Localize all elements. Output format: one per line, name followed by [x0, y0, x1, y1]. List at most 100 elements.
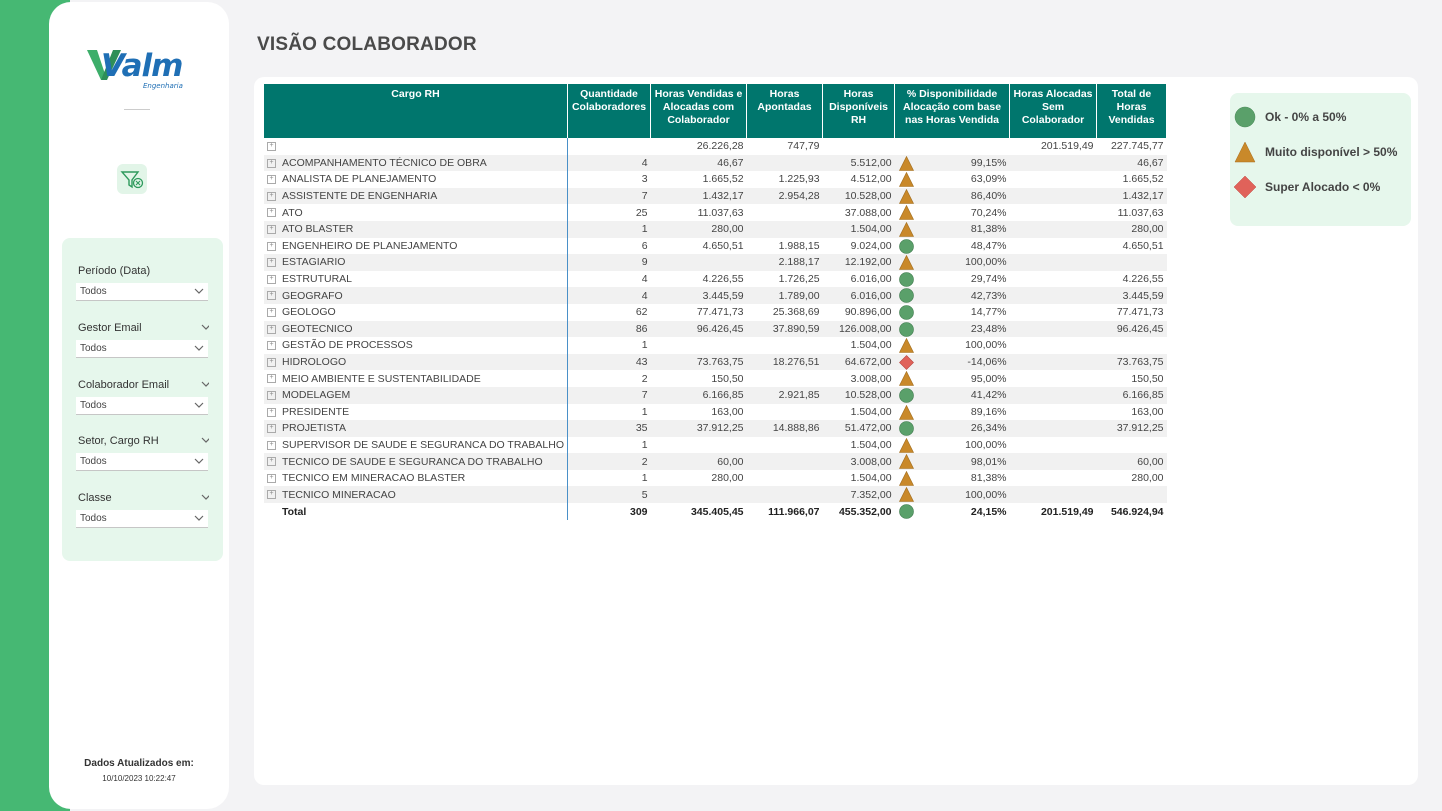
table-row[interactable]: + ATO BLASTER 1 280,00 1.504,00 81,38% 280,00	[264, 220, 1167, 238]
table-row[interactable]: + GEOLOGO 62 77.471,73 25.368,69 90.896,00 14,…	[264, 303, 1167, 321]
row-label[interactable]: + GEOTECNICO	[264, 320, 569, 338]
row-label[interactable]: + ENGENHEIRO DE PLANEJAMENTO	[264, 237, 569, 255]
table-row[interactable]: +26.226,28 747,79 201.519,49 227.745,77	[264, 138, 1167, 155]
table-row[interactable]: + ACOMPANHAMENTO TÉCNICO DE OBRA 4 46,67 5.5…	[264, 154, 1167, 172]
row-label[interactable]: + TECNICO DE SAUDE E SEGURANCA DO TRABALH…	[264, 453, 569, 470]
expand-icon[interactable]: +	[267, 258, 276, 268]
table-row[interactable]: + ESTAGIARIO 9 2.188,17 12.192,00 100,00%	[264, 254, 1167, 271]
row-label[interactable]: + GEOLOGO	[264, 303, 569, 321]
cell-vend: 1.665,52	[702, 173, 744, 186]
row-label[interactable]: + ATO	[264, 204, 569, 221]
table-row[interactable]: + MODELAGEM 7 6.166,85 2.921,85 10.528,00 41,4…	[264, 386, 1167, 404]
filter-gestor-select[interactable]: Todos	[76, 340, 208, 358]
expand-icon[interactable]: +	[267, 224, 276, 234]
expand-icon[interactable]: +	[267, 374, 276, 384]
row-label[interactable]: + MEIO AMBIENTE E SUSTENTABILIDADE	[264, 370, 569, 387]
table-row[interactable]: + SUPERVISOR DE SAUDE E SEGURANCA DO TRAB…	[264, 436, 1167, 454]
cargo-name: ESTAGIARIO	[282, 256, 346, 269]
chevron-down-icon[interactable]	[201, 381, 209, 389]
expand-icon[interactable]: +	[267, 274, 276, 284]
row-label[interactable]: + ESTAGIARIO	[264, 254, 569, 271]
column-header[interactable]: Horas Alocadas Sem Colaborador	[1009, 84, 1098, 138]
cell-qtd: 25	[635, 206, 648, 219]
expand-icon[interactable]: +	[267, 407, 276, 417]
column-header[interactable]: Horas Apontadas	[746, 84, 824, 138]
cell-total	[1097, 437, 1167, 454]
column-header[interactable]: Quantidade Colaboradores	[567, 84, 652, 138]
row-label[interactable]: + PRESIDENTE	[264, 403, 569, 421]
cell-total: 1.432,17	[1096, 187, 1167, 205]
pct-value: -14,06%	[967, 356, 1007, 369]
table-row[interactable]: + PRESIDENTE 1 163,00 1.504,00 89,16% 163,00	[264, 403, 1167, 421]
cargo-name: HIDROLOGO	[282, 356, 347, 369]
expand-icon[interactable]: +	[267, 307, 276, 317]
clear-filters-icon[interactable]	[117, 164, 147, 194]
expand-icon[interactable]: +	[267, 473, 276, 483]
table-row[interactable]: + ASSISTENTE DE ENGENHARIA 7 1.432,17 2.954,…	[264, 187, 1167, 205]
row-label[interactable]: + ANALISTA DE PLANEJAMENTO	[264, 171, 569, 188]
expand-icon[interactable]: +	[267, 424, 276, 434]
table-row[interactable]: + TECNICO MINERACAO 5 7.352,00 100,00%	[264, 486, 1167, 504]
cell-sem	[1010, 404, 1097, 421]
expand-icon[interactable]: +	[267, 357, 276, 367]
table-row[interactable]: + MEIO AMBIENTE E SUSTENTABILIDADE 2 150,50…	[264, 370, 1167, 387]
filter-classe-select[interactable]: Todos	[76, 510, 208, 528]
row-label[interactable]: +	[264, 138, 569, 155]
row-label[interactable]: + PROJETISTA	[264, 420, 569, 437]
pct-value: 81,38%	[970, 472, 1007, 485]
expand-icon[interactable]: +	[267, 158, 276, 168]
filter-period-select[interactable]: Todos	[76, 283, 208, 301]
expand-icon[interactable]: +	[267, 208, 276, 218]
cell-pct: 100,00%	[895, 337, 1010, 354]
cell-total: 96.426,45	[1096, 320, 1167, 338]
table-row[interactable]: + ENGENHEIRO DE PLANEJAMENTO 6 4.650,51 1.98…	[264, 237, 1167, 255]
row-label[interactable]: + ACOMPANHAMENTO TÉCNICO DE OBRA	[264, 154, 569, 172]
cell-sem	[1009, 187, 1097, 205]
row-label[interactable]: + SUPERVISOR DE SAUDE E SEGURANCA DO TRAB…	[264, 436, 569, 454]
table-row[interactable]: + HIDROLOGO 43 73.763,75 18.276,51 64.672,00-…	[264, 353, 1167, 371]
chevron-down-icon[interactable]	[201, 324, 209, 332]
row-label[interactable]: + HIDROLOGO	[264, 353, 569, 371]
table-row[interactable]: + PROJETISTA 35 37.912,25 14.888,86 51.472,00…	[264, 420, 1167, 437]
expand-icon[interactable]: +	[267, 440, 276, 450]
row-label[interactable]: + GESTÃO DE PROCESSOS	[264, 337, 569, 354]
expand-icon[interactable]: +	[267, 457, 276, 467]
column-header[interactable]: Horas Disponíveis RH	[822, 84, 896, 138]
table-row[interactable]: + ANALISTA DE PLANEJAMENTO 3 1.665,52 1.225,…	[264, 171, 1167, 188]
expand-icon[interactable]: +	[267, 241, 276, 251]
row-label[interactable]: + ESTRUTURAL	[264, 270, 569, 288]
column-header[interactable]: Total de Horas Vendidas	[1096, 84, 1168, 138]
column-header[interactable]: Horas Vendidas e Alocadas com Colaborado…	[650, 84, 748, 138]
table-row[interactable]: + ATO 25 11.037,63 37.088,00 70,24% 11.037,63	[264, 204, 1167, 221]
expand-icon[interactable]: +	[267, 390, 276, 400]
chevron-down-icon[interactable]	[201, 437, 209, 445]
row-label[interactable]: + GEOGRAFO	[264, 287, 569, 304]
cell-apont: 18.276,51	[746, 353, 823, 371]
expand-icon[interactable]: +	[267, 175, 276, 185]
row-label[interactable]: + TECNICO EM MINERACAO BLASTER	[264, 469, 569, 487]
filter-colaborador-select[interactable]: Todos	[76, 397, 208, 415]
expand-icon[interactable]: +	[267, 490, 276, 500]
column-header[interactable]: % Disponibilidade Alocação com base nas …	[894, 84, 1011, 138]
table-row[interactable]: + TECNICO DE SAUDE E SEGURANCA DO TRABALH…	[264, 453, 1167, 470]
table-row[interactable]: + ESTRUTURAL 4 4.226,55 1.726,25 6.016,00 29,7…	[264, 270, 1167, 288]
row-label[interactable]: + ASSISTENTE DE ENGENHARIA	[264, 187, 569, 205]
cell-disp: 7.352,00	[822, 486, 895, 504]
table-row[interactable]: + GESTÃO DE PROCESSOS 1 1.504,00 100,00%	[264, 337, 1167, 354]
cell-sem: 201.519,49	[1009, 503, 1097, 521]
chevron-down-icon[interactable]	[201, 494, 209, 502]
row-label[interactable]: + TECNICO MINERACAO	[264, 486, 569, 504]
column-header[interactable]: Cargo RH	[264, 84, 569, 138]
row-label[interactable]: + MODELAGEM	[264, 386, 569, 404]
table-row[interactable]: + GEOTECNICO 86 96.426,45 37.890,59 126.008,0…	[264, 320, 1167, 338]
legend-label: Super Alocado < 0%	[1265, 180, 1381, 194]
row-label[interactable]: + ATO BLASTER	[264, 220, 569, 238]
expand-icon[interactable]: +	[267, 291, 276, 301]
table-row[interactable]: + TECNICO EM MINERACAO BLASTER 1 280,00 1.50…	[264, 469, 1167, 487]
expand-icon[interactable]: +	[267, 191, 276, 201]
expand-icon[interactable]: +	[267, 324, 276, 334]
expand-icon[interactable]: +	[267, 341, 276, 351]
filter-setor-select[interactable]: Todos	[76, 453, 208, 471]
expand-icon[interactable]: +	[267, 142, 276, 152]
table-row[interactable]: + GEOGRAFO 4 3.445,59 1.789,00 6.016,00 42,73%…	[264, 287, 1167, 304]
